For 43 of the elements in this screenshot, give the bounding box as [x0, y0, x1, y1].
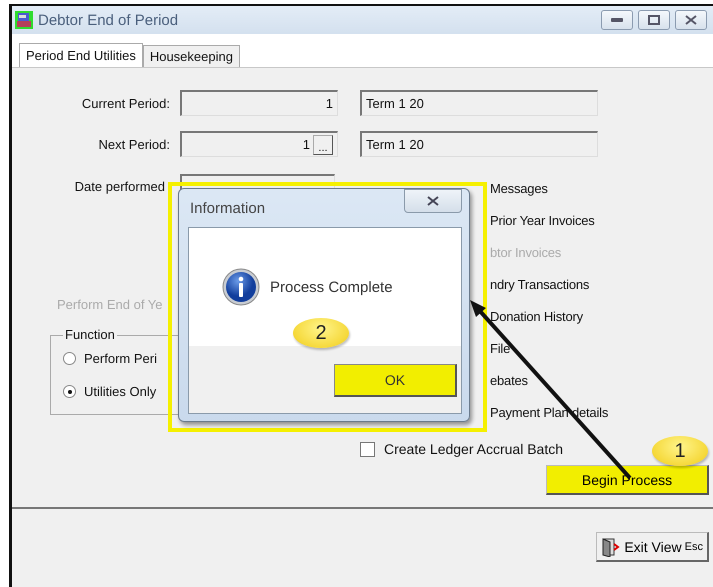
tab[interactable]: Period End Utilities — [19, 43, 143, 67]
field-label: Current Period: — [80, 96, 170, 110]
lookup-button[interactable]: ... — [313, 134, 333, 154]
maximize-button[interactable] — [638, 10, 670, 30]
close-icon — [427, 196, 439, 206]
minimize-icon — [611, 18, 623, 22]
ok-button[interactable]: OK — [334, 364, 457, 397]
tab[interactable]: Housekeeping — [142, 45, 240, 67]
radio-label: Utilities Only — [84, 384, 156, 399]
group-title: Function — [63, 327, 117, 342]
option-label: File — [490, 340, 510, 356]
period-description-field: Term 1 20 — [360, 90, 598, 116]
option-label: btor Invoices — [490, 244, 562, 260]
option-label: Perform End of Ye — [57, 297, 163, 312]
option-label: Prior Year Invoices — [490, 212, 595, 228]
option-label: ndry Transactions — [490, 276, 590, 292]
information-icon — [222, 268, 260, 306]
minimize-button[interactable] — [601, 10, 633, 30]
begin-process-button[interactable]: Begin Process — [546, 465, 709, 495]
option-label: Messages — [490, 180, 548, 196]
window-title: Debtor End of Period — [38, 12, 178, 28]
field-label: Next Period: — [97, 136, 170, 152]
period-field[interactable]: 1 — [180, 90, 338, 116]
app-icon — [15, 11, 33, 29]
option-label: ebates — [490, 372, 528, 388]
dialog-message: Process Complete — [270, 278, 393, 296]
door-icon — [601, 536, 622, 556]
radio-button[interactable] — [63, 385, 76, 398]
radio-label: Perform Peri — [84, 351, 157, 366]
dialog-title: Information — [189, 200, 266, 216]
close-button[interactable] — [404, 189, 462, 213]
period-field[interactable]: 1 ... — [180, 131, 338, 157]
maximize-icon — [648, 15, 660, 25]
field-label: Date performed — [74, 178, 165, 194]
close-button[interactable] — [675, 10, 707, 30]
close-icon — [685, 15, 697, 25]
checkbox[interactable] — [360, 442, 375, 456]
option-label: Donation History — [490, 308, 583, 324]
radio-button[interactable] — [63, 352, 76, 365]
checkbox-label: Create Ledger Accrual Batch — [384, 441, 563, 457]
step-number-callout: 1 — [652, 436, 708, 466]
exit-view-button[interactable]: Exit View Esc — [596, 532, 709, 562]
period-description-field: Term 1 20 — [360, 131, 598, 157]
